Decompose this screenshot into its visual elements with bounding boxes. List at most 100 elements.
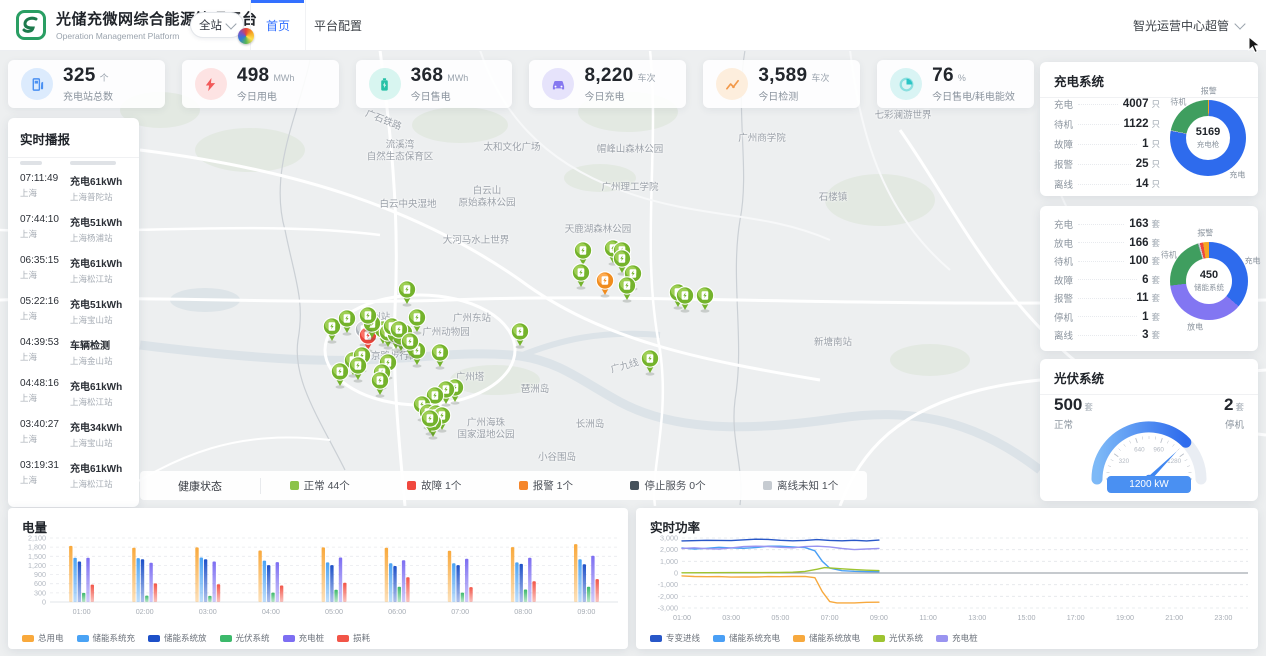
trend-icon bbox=[716, 68, 748, 100]
broadcast-item[interactable]: 03:18:28上海充电51kWh上海杨浦站 bbox=[20, 501, 127, 502]
broadcast-item[interactable]: 03:19:31上海充电61kWh上海松江站 bbox=[20, 460, 127, 490]
donut-segment-label: 报警 bbox=[1197, 228, 1213, 239]
legend-item[interactable]: 储能系统充电 bbox=[713, 632, 780, 644]
broadcast-time: 04:48:16 bbox=[20, 378, 70, 389]
svg-text:01:00: 01:00 bbox=[673, 613, 691, 622]
map-pin-normal[interactable] bbox=[420, 409, 440, 436]
stat-label: 离线 bbox=[1054, 328, 1073, 342]
user-menu[interactable]: 智光运营中心超管 bbox=[1133, 0, 1244, 50]
legend-chip bbox=[873, 635, 885, 642]
svg-text:3,000: 3,000 bbox=[660, 534, 678, 543]
map-pin-normal[interactable] bbox=[370, 371, 390, 398]
svg-text:1,200: 1,200 bbox=[28, 561, 46, 570]
map-place-label: 白云山 原始森林公园 bbox=[458, 186, 515, 211]
bar-chart[interactable]: 03006009001,2001,5001,8002,10001:0002:00… bbox=[12, 532, 624, 628]
map-pin-normal[interactable] bbox=[397, 280, 417, 307]
broadcast-item[interactable]: 05:22:16上海充电51kWh上海宝山站 bbox=[20, 296, 127, 326]
legend-item[interactable]: 光伏系统 bbox=[220, 632, 270, 644]
stat-value: 1 bbox=[1142, 138, 1148, 150]
map-pin-normal[interactable] bbox=[348, 356, 368, 383]
broadcast-time: 03:40:27 bbox=[20, 419, 70, 430]
map-pin-normal[interactable] bbox=[640, 349, 660, 376]
broadcast-time: 03:19:31 bbox=[20, 460, 70, 471]
broadcast-station: 上海宝山站 bbox=[70, 437, 122, 449]
broadcast-city: 上海 bbox=[20, 392, 70, 404]
donut-segment-label: 充电 bbox=[1245, 255, 1261, 266]
tab-platform-config[interactable]: 平台配置 bbox=[306, 0, 370, 50]
pie-icon bbox=[890, 68, 922, 100]
broadcast-list[interactable]: 07:11:49上海充电61kWh上海普陀站07:44:10上海充电51kWh上… bbox=[8, 158, 139, 502]
broadcast-city: 上海 bbox=[20, 310, 70, 322]
kpi-label: 今日售电 bbox=[411, 88, 469, 103]
svg-text:1,800: 1,800 bbox=[28, 543, 46, 552]
broadcast-action: 充电61kWh bbox=[70, 255, 122, 270]
stat-row: 故障6套 bbox=[1054, 271, 1160, 290]
broadcast-action: 充电51kWh bbox=[70, 501, 122, 502]
broadcast-item[interactable]: 04:39:53上海车辆检测上海金山站 bbox=[20, 337, 127, 367]
line-chart[interactable]: -3,000-2,000-1,00001,0002,0003,00001:000… bbox=[640, 532, 1254, 628]
stat-unit: 只 bbox=[1151, 138, 1160, 150]
legend-item[interactable]: 充电桩 bbox=[936, 632, 978, 644]
legend-item[interactable]: 储能系统放电 bbox=[793, 632, 860, 644]
status-chip bbox=[763, 481, 772, 490]
kpi-label: 今日充电 bbox=[584, 88, 655, 103]
map-pin-normal[interactable] bbox=[617, 276, 637, 303]
legend-item[interactable]: 专变进线 bbox=[650, 632, 700, 644]
broadcast-item[interactable]: 07:44:10上海充电51kWh上海杨浦站 bbox=[20, 214, 127, 244]
svg-text:05:00: 05:00 bbox=[771, 613, 789, 622]
health-label: 报警 1个 bbox=[533, 478, 573, 493]
kpi-unit: 车次 bbox=[638, 71, 656, 84]
map-place-label: 广石铁路 bbox=[363, 108, 403, 134]
broadcast-action: 车辆检测 bbox=[70, 337, 113, 352]
map-place-label: 太和文化广场 bbox=[483, 142, 540, 154]
broadcast-item[interactable]: 03:40:27上海充电34kWh上海宝山站 bbox=[20, 419, 127, 449]
map-pin-normal[interactable] bbox=[675, 286, 695, 313]
map-pin-normal[interactable] bbox=[695, 286, 715, 313]
broadcast-time: 07:11:49 bbox=[20, 173, 70, 184]
svg-text:03:00: 03:00 bbox=[199, 607, 217, 616]
legend-chip bbox=[650, 635, 662, 642]
svg-text:15:00: 15:00 bbox=[1018, 613, 1036, 622]
stat-value: 3 bbox=[1142, 329, 1148, 341]
stat-label: 待机 bbox=[1054, 117, 1073, 131]
legend-item[interactable]: 损耗 bbox=[337, 632, 370, 644]
legend-item[interactable]: 总用电 bbox=[22, 632, 64, 644]
stat-label: 离线 bbox=[1054, 177, 1073, 191]
svg-text:2,100: 2,100 bbox=[28, 534, 46, 543]
stat-label: 待机 bbox=[1054, 254, 1073, 268]
site-selector[interactable]: 全站 bbox=[190, 12, 244, 38]
legend-item[interactable]: 光伏系统 bbox=[873, 632, 923, 644]
map-pin-normal[interactable] bbox=[337, 309, 357, 336]
map-pin-normal[interactable] bbox=[400, 332, 420, 359]
tab-home[interactable]: 首页 bbox=[250, 0, 306, 50]
broadcast-time: 05:22:16 bbox=[20, 296, 70, 307]
svg-text:05:00: 05:00 bbox=[325, 607, 343, 616]
map-pin-normal[interactable] bbox=[510, 322, 530, 349]
kpi-unit: 车次 bbox=[811, 71, 829, 84]
legend-item[interactable]: 储能系统充 bbox=[77, 632, 136, 644]
broadcast-title: 实时播报 bbox=[8, 118, 139, 158]
map-pin-normal[interactable] bbox=[358, 306, 378, 333]
svg-text:17:00: 17:00 bbox=[1067, 613, 1085, 622]
stat-row: 放电166套 bbox=[1054, 234, 1160, 253]
map-pin-normal[interactable] bbox=[430, 343, 450, 370]
stat-unit: 只 bbox=[1151, 118, 1160, 130]
status-chip bbox=[407, 481, 416, 490]
broadcast-item[interactable]: 04:48:16上海充电61kWh上海松江站 bbox=[20, 378, 127, 408]
stat-row: 充电4007只 bbox=[1054, 94, 1160, 114]
stat-value: 25 bbox=[1136, 158, 1149, 170]
stat-label: 充电 bbox=[1054, 97, 1073, 111]
colorful-sphere-icon[interactable] bbox=[238, 28, 254, 44]
map-pin-normal[interactable] bbox=[330, 362, 350, 389]
legend-item[interactable]: 储能系统放 bbox=[148, 632, 207, 644]
stat-row: 停机1套 bbox=[1054, 308, 1160, 327]
map-pin-normal[interactable] bbox=[571, 263, 591, 290]
broadcast-item[interactable]: 06:35:15上海充电61kWh上海松江站 bbox=[20, 255, 127, 285]
kpi-card: 8,220车次今日充电 bbox=[529, 60, 686, 108]
map-place-label: 长洲岛 bbox=[576, 419, 605, 431]
broadcast-station: 上海普陀站 bbox=[70, 191, 122, 203]
broadcast-item[interactable]: 07:11:49上海充电61kWh上海普陀站 bbox=[20, 173, 127, 203]
stat-label: 报警 bbox=[1054, 291, 1073, 305]
stat-unit: 只 bbox=[1151, 178, 1160, 190]
legend-item[interactable]: 充电桩 bbox=[283, 632, 325, 644]
